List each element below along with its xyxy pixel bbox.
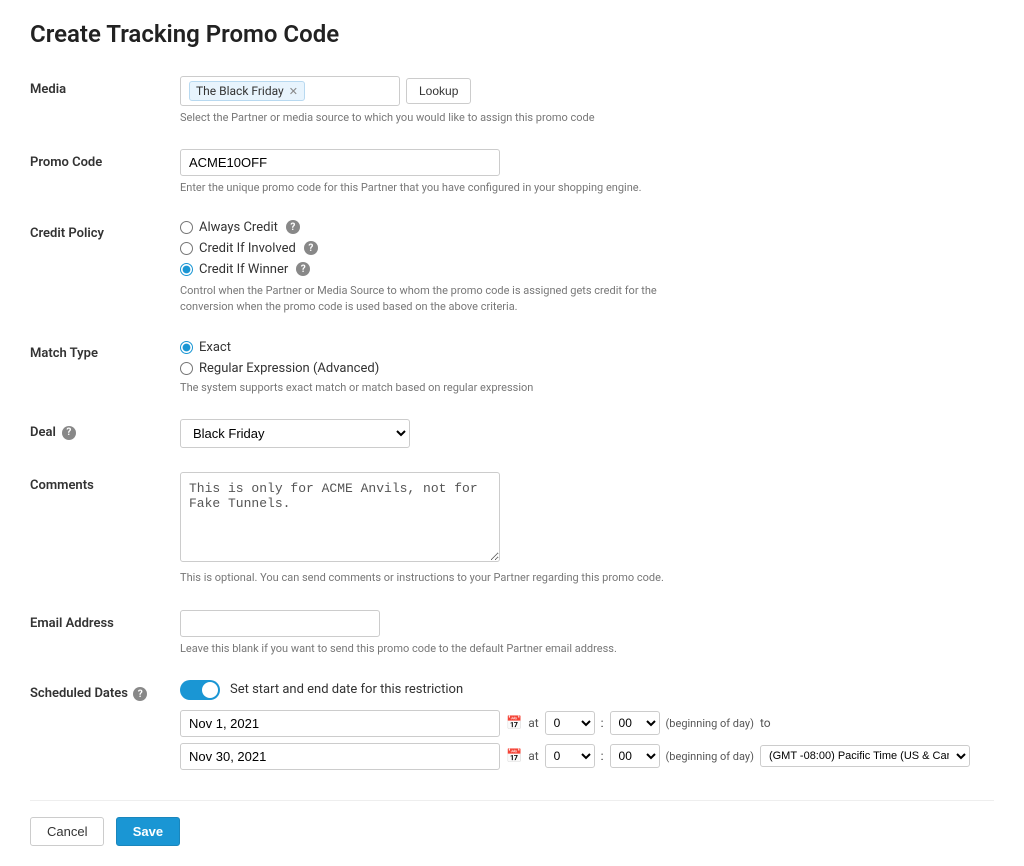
media-row: Media The Black Friday ✕ Lookup Select t… xyxy=(30,76,994,125)
media-input-box: The Black Friday ✕ xyxy=(180,76,400,106)
always-credit-help-icon: ? xyxy=(286,220,300,234)
comments-content: This is only for ACME Anvils, not for Fa… xyxy=(180,472,994,585)
credit-policy-winner-radio[interactable] xyxy=(180,263,193,276)
match-type-radio-group: Exact Regular Expression (Advanced) xyxy=(180,340,994,376)
media-hint: Select the Partner or media source to wh… xyxy=(180,110,994,125)
credit-policy-involved-label: Credit If Involved xyxy=(199,241,296,256)
end-day-label: (beginning of day) xyxy=(666,750,754,763)
comments-textarea[interactable]: This is only for ACME Anvils, not for Fa… xyxy=(180,472,500,562)
credit-policy-description: Control when the Partner or Media Source… xyxy=(180,283,660,316)
promo-code-input[interactable] xyxy=(180,149,500,176)
toggle-wrapper: Set start and end date for this restrict… xyxy=(180,680,994,700)
credit-policy-always-label: Always Credit xyxy=(199,220,278,235)
media-label: Media xyxy=(30,76,180,97)
credit-policy-winner[interactable]: Credit If Winner ? xyxy=(180,262,994,277)
timezone-select[interactable]: (GMT -08:00) Pacific Time (US & Canada);… xyxy=(760,745,970,767)
credit-if-winner-help-icon: ? xyxy=(296,262,310,276)
scheduled-dates-toggle[interactable] xyxy=(180,680,220,700)
credit-policy-radio-group: Always Credit ? Credit If Involved ? Cre… xyxy=(180,220,994,277)
start-hour-select[interactable]: 0123 xyxy=(545,711,595,735)
match-type-exact-radio[interactable] xyxy=(180,341,193,354)
credit-policy-involved[interactable]: Credit If Involved ? xyxy=(180,241,994,256)
at-label-2: at xyxy=(528,749,538,763)
promo-code-label: Promo Code xyxy=(30,149,180,170)
match-type-regex-radio[interactable] xyxy=(180,362,193,375)
colon-2: : xyxy=(601,749,604,763)
end-date-input[interactable] xyxy=(180,743,500,770)
save-button[interactable]: Save xyxy=(116,817,180,846)
start-date-input[interactable] xyxy=(180,710,500,737)
comments-label: Comments xyxy=(30,472,180,493)
match-type-row: Match Type Exact Regular Expression (Adv… xyxy=(30,340,994,395)
toggle-label: Set start and end date for this restrict… xyxy=(230,682,463,697)
credit-policy-always-radio[interactable] xyxy=(180,221,193,234)
start-day-label: (beginning of day) xyxy=(666,717,754,730)
match-type-exact[interactable]: Exact xyxy=(180,340,994,355)
match-type-content: Exact Regular Expression (Advanced) The … xyxy=(180,340,994,395)
end-hour-select[interactable]: 0123 xyxy=(545,744,595,768)
lookup-button[interactable]: Lookup xyxy=(406,78,471,104)
credit-policy-row: Credit Policy Always Credit ? Credit If … xyxy=(30,220,994,316)
email-address-content: Leave this blank if you want to send thi… xyxy=(180,610,994,656)
end-min-select[interactable]: 00153045 xyxy=(610,744,660,768)
email-address-row: Email Address Leave this blank if you wa… xyxy=(30,610,994,656)
scheduled-dates-content: Set start and end date for this restrict… xyxy=(180,680,994,770)
match-type-regex-label: Regular Expression (Advanced) xyxy=(199,361,379,376)
page-title: Create Tracking Promo Code xyxy=(30,20,994,48)
email-address-input[interactable] xyxy=(180,610,380,637)
scheduled-dates-row: Scheduled Dates ? Set start and end date… xyxy=(30,680,994,770)
start-calendar-icon[interactable]: 📅 xyxy=(506,716,522,731)
cancel-button[interactable]: Cancel xyxy=(30,817,104,846)
media-tag[interactable]: The Black Friday ✕ xyxy=(189,81,305,101)
match-type-regex[interactable]: Regular Expression (Advanced) xyxy=(180,361,994,376)
start-min-select[interactable]: 00153045 xyxy=(610,711,660,735)
deal-content: Black Friday Cyber Monday Holiday Sale S… xyxy=(180,419,994,448)
colon-1: : xyxy=(601,716,604,730)
scheduled-dates-help-icon: ? xyxy=(133,687,147,701)
media-tag-remove[interactable]: ✕ xyxy=(289,85,298,98)
credit-policy-label: Credit Policy xyxy=(30,220,180,241)
credit-policy-winner-label: Credit If Winner xyxy=(199,262,288,277)
toggle-slider xyxy=(180,680,220,700)
deal-select[interactable]: Black Friday Cyber Monday Holiday Sale S… xyxy=(180,419,410,448)
media-content: The Black Friday ✕ Lookup Select the Par… xyxy=(180,76,994,125)
email-address-hint: Leave this blank if you want to send thi… xyxy=(180,641,994,656)
credit-if-involved-help-icon: ? xyxy=(304,241,318,255)
credit-policy-always[interactable]: Always Credit ? xyxy=(180,220,994,235)
to-label: to xyxy=(760,716,771,730)
email-address-label: Email Address xyxy=(30,610,180,631)
deal-help-icon: ? xyxy=(62,426,76,440)
form-actions: Cancel Save xyxy=(30,800,994,846)
match-type-hint: The system supports exact match or match… xyxy=(180,380,994,395)
promo-code-row: Promo Code Enter the unique promo code f… xyxy=(30,149,994,195)
end-calendar-icon[interactable]: 📅 xyxy=(506,749,522,764)
deal-label: Deal ? xyxy=(30,419,180,440)
comments-row: Comments This is only for ACME Anvils, n… xyxy=(30,472,994,585)
scheduled-dates-label: Scheduled Dates ? xyxy=(30,680,180,702)
credit-policy-content: Always Credit ? Credit If Involved ? Cre… xyxy=(180,220,994,316)
at-label-1: at xyxy=(528,716,538,730)
comments-hint: This is optional. You can send comments … xyxy=(180,570,994,585)
match-type-exact-label: Exact xyxy=(199,340,231,355)
credit-policy-involved-radio[interactable] xyxy=(180,242,193,255)
dates-row: 📅 at 0123 : 00153045 (beginning of day) … xyxy=(180,710,994,770)
promo-code-content: Enter the unique promo code for this Par… xyxy=(180,149,994,195)
deal-row: Deal ? Black Friday Cyber Monday Holiday… xyxy=(30,419,994,448)
promo-code-hint: Enter the unique promo code for this Par… xyxy=(180,180,994,195)
match-type-label: Match Type xyxy=(30,340,180,361)
